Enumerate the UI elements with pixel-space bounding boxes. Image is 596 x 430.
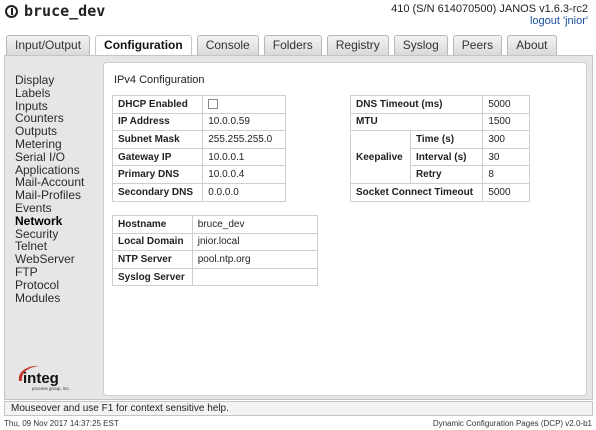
device-info-text: 410 (S/N 614070500) JANOS v1.6.3-rc2 (391, 3, 588, 15)
help-status-bar: Mouseover and use F1 for context sensiti… (4, 401, 593, 416)
logo-brand: integ (23, 370, 59, 387)
logout-link[interactable]: logout 'jnior' (530, 15, 588, 27)
sidebar-item-serial-io[interactable]: Serial I/O (15, 150, 105, 164)
tab-about[interactable]: About (507, 35, 557, 55)
tab-console[interactable]: Console (196, 35, 259, 55)
tab-syslog[interactable]: Syslog (393, 35, 448, 55)
system-info: 410 (S/N 614070500) JANOS v1.6.3-rc2 log… (391, 3, 588, 27)
dhcp-label: DHCP Enabled (111, 95, 204, 114)
dns-timeout-label: DNS Timeout (ms) (349, 95, 484, 114)
power-info-icon (5, 5, 18, 18)
integ-logo: integ process group, inc. (18, 365, 70, 391)
hostname-value[interactable]: bruce_dev (191, 215, 319, 234)
table-row: Local Domain jnior.local (112, 232, 319, 252)
ntp-server-value[interactable]: pool.ntp.org (191, 250, 319, 269)
keepalive-time-value[interactable]: 300 (482, 130, 530, 149)
secondary-dns-value[interactable]: 0.0.0.0 (202, 182, 286, 202)
sidebar-item-ftp[interactable]: FTP (15, 266, 105, 279)
ntp-server-label: NTP Server (112, 250, 193, 269)
primary-dns-value[interactable]: 10.0.0.4 (202, 165, 286, 184)
keepalive-retry-value[interactable]: 8 (482, 165, 530, 184)
table-row: Primary DNS 10.0.0.4 (111, 165, 286, 184)
main-tabs: Input/Output Configuration Console Folde… (6, 35, 562, 56)
subnet-mask-label: Subnet Mask (111, 130, 204, 149)
network-content: IPv4 Configuration DHCP Enabled IP Addre… (103, 62, 587, 396)
keepalive-time-label: Time (s) (409, 130, 484, 149)
footer: Thu, 09 Nov 2017 14:37:25 EST Dynamic Co… (0, 417, 596, 430)
subnet-mask-value[interactable]: 255.255.255.0 (202, 130, 286, 149)
section-title: IPv4 Configuration (114, 74, 205, 86)
ipv4-table: DHCP Enabled IP Address 10.0.0.59 Subnet… (111, 95, 286, 202)
table-row: Syslog Server (112, 267, 319, 287)
sidebar-item-network[interactable]: Network (15, 214, 105, 228)
keepalive-retry-label: Retry (409, 165, 484, 184)
sidebar-item-events[interactable]: Events (15, 202, 105, 215)
dhcp-checkbox[interactable] (208, 99, 219, 110)
table-row: NTP Server pool.ntp.org (112, 250, 319, 269)
sidebar-item-display[interactable]: Display (15, 74, 105, 87)
mtu-label: MTU (349, 112, 484, 132)
host-table: Hostname bruce_dev Local Domain jnior.lo… (112, 215, 319, 287)
device-hostname-title: bruce_dev (24, 2, 106, 20)
configuration-panel: Display Labels Inputs Counters Outputs M… (4, 55, 593, 400)
tab-folders[interactable]: Folders (263, 35, 322, 55)
table-row: Subnet Mask 255.255.255.0 (111, 130, 286, 149)
hostname-label: Hostname (112, 215, 193, 234)
tab-input-output[interactable]: Input/Output (6, 35, 91, 55)
local-domain-label: Local Domain (112, 232, 193, 252)
socket-timeout-value[interactable]: 5000 (482, 182, 530, 202)
table-row: MTU 1500 (349, 112, 530, 132)
ip-address-label: IP Address (111, 112, 204, 132)
sidebar-item-metering[interactable]: Metering (15, 138, 105, 151)
ip-address-value[interactable]: 10.0.0.59 (202, 112, 286, 132)
gateway-ip-value[interactable]: 10.0.0.1 (202, 147, 286, 167)
keepalive-label: Keepalive (350, 130, 411, 184)
table-row: Gateway IP 10.0.0.1 (111, 147, 286, 167)
footer-version: Dynamic Configuration Pages (DCP) v2.0-b… (432, 419, 592, 428)
primary-dns-label: Primary DNS (111, 165, 204, 184)
sidebar-item-modules[interactable]: Modules (15, 291, 105, 305)
secondary-dns-label: Secondary DNS (111, 182, 204, 202)
network-options-table: DNS Timeout (ms) 5000 MTU 1500 Keepalive… (349, 95, 530, 202)
table-row: DNS Timeout (ms) 5000 (349, 95, 530, 114)
socket-timeout-label: Socket Connect Timeout (349, 182, 484, 202)
footer-datetime: Thu, 09 Nov 2017 14:37:25 EST (4, 419, 119, 428)
syslog-server-value[interactable] (191, 267, 319, 287)
keepalive-interval-label: Interval (s) (409, 147, 484, 167)
table-row: Keepalive Time (s) 300 (350, 130, 530, 184)
syslog-server-label: Syslog Server (112, 267, 193, 287)
config-sidebar: Display Labels Inputs Counters Outputs M… (15, 74, 105, 304)
local-domain-value[interactable]: jnior.local (191, 232, 319, 252)
table-row: Hostname bruce_dev (112, 215, 319, 234)
table-row: Secondary DNS 0.0.0.0 (111, 182, 286, 202)
table-row: Socket Connect Timeout 5000 (349, 182, 530, 202)
dns-timeout-value[interactable]: 5000 (482, 95, 530, 114)
tab-registry[interactable]: Registry (326, 35, 389, 55)
sidebar-item-labels[interactable]: Labels (15, 86, 105, 100)
tab-peers[interactable]: Peers (452, 35, 503, 55)
mtu-value[interactable]: 1500 (482, 112, 530, 132)
table-row: IP Address 10.0.0.59 (111, 112, 286, 132)
logo-tagline: process group, inc. (32, 386, 70, 391)
header: bruce_dev 410 (S/N 614070500) JANOS v1.6… (0, 0, 596, 34)
gateway-ip-label: Gateway IP (111, 147, 204, 167)
keepalive-interval-value[interactable]: 30 (482, 147, 530, 167)
sidebar-item-protocol[interactable]: Protocol (15, 278, 105, 292)
tab-configuration[interactable]: Configuration (95, 35, 192, 56)
table-row: DHCP Enabled (111, 95, 286, 114)
